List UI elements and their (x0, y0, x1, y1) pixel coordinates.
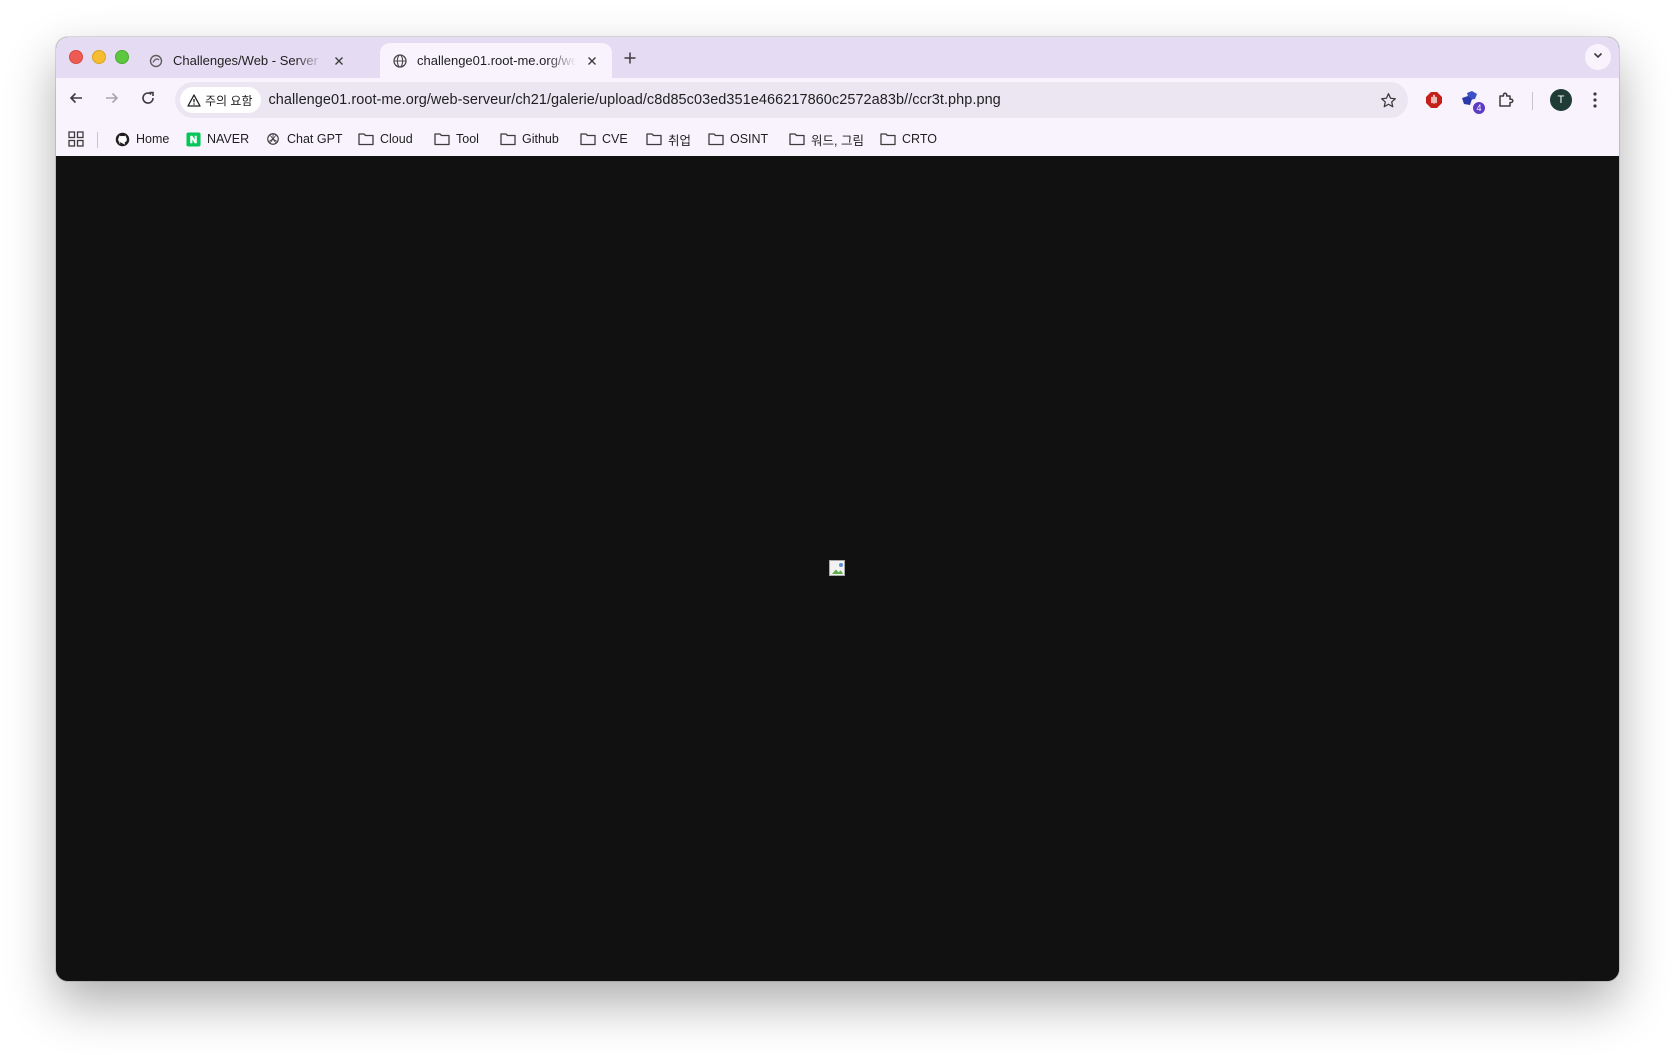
github-icon (114, 131, 130, 147)
bookmark-folder-osint[interactable]: OSINT (708, 130, 768, 148)
adblock-extension-button[interactable] (1422, 88, 1446, 112)
maximize-window-button[interactable] (115, 50, 129, 64)
bookmark-label: NAVER (207, 132, 250, 146)
folder-icon (789, 131, 805, 147)
bookmark-label: 취업 (668, 133, 692, 148)
forward-button[interactable] (98, 86, 126, 114)
folder-icon (880, 131, 896, 147)
bookmark-label: CVE (602, 132, 628, 146)
security-warning-label: 주의 요함 (205, 93, 253, 108)
star-icon (1380, 92, 1396, 107)
bookmarks-bar: Home NAVER Chat GPT Cloud Tool Github CV… (56, 122, 1619, 156)
bookmark-folder-cloud[interactable]: Cloud (358, 130, 413, 148)
toolbar-divider (1532, 92, 1533, 110)
folder-icon (580, 131, 596, 147)
minimize-window-button[interactable] (92, 50, 106, 64)
bookmark-folder-github[interactable]: Github (500, 130, 559, 148)
bookmark-label: Tool (456, 132, 479, 146)
navigation-toolbar: 주의 요함 challenge01.root-me.org/web-serveu… (56, 78, 1619, 122)
close-tab-icon[interactable] (331, 53, 347, 69)
address-bar[interactable]: 주의 요함 challenge01.root-me.org/web-serveu… (175, 82, 1408, 118)
bookmark-label: 워드, 그림 (811, 133, 864, 148)
folder-icon (646, 131, 662, 147)
tab-root-me-challenge[interactable]: Challenges/Web - Server : File upload (136, 43, 359, 78)
folder-icon (358, 131, 374, 147)
browser-menu-button[interactable] (1583, 88, 1607, 112)
bookmark-label: OSINT (730, 132, 769, 146)
folder-icon (500, 131, 516, 147)
bookmark-home[interactable]: Home (114, 130, 169, 148)
bookmark-label: CRTO (902, 132, 937, 146)
broken-image-icon (829, 560, 845, 576)
bookmark-folder-tool[interactable]: Tool (434, 130, 479, 148)
kebab-menu-icon (1593, 92, 1597, 108)
bookmark-chatgpt[interactable]: Chat GPT (265, 130, 343, 148)
bookmark-folder-job[interactable]: 취업 (646, 130, 691, 148)
folder-icon (708, 131, 724, 147)
bookmarks-divider (97, 132, 98, 148)
new-tab-button[interactable] (619, 47, 641, 69)
browser-window: Challenges/Web - Server : File upload ch… (56, 37, 1619, 981)
bookmark-naver[interactable]: NAVER (185, 130, 249, 148)
close-window-button[interactable] (69, 50, 83, 64)
warning-icon (187, 93, 201, 107)
tab-title: challenge01.root-me.org/web-serveur/ch21… (417, 53, 576, 68)
bookmark-folder-word-drawing[interactable]: 워드, 그림 (789, 130, 864, 148)
naver-icon (185, 131, 201, 147)
bookmark-folder-cve[interactable]: CVE (580, 130, 628, 148)
back-button[interactable] (62, 86, 90, 114)
url-text: challenge01.root-me.org/web-serveur/ch21… (268, 92, 1001, 108)
page-viewport (56, 156, 1619, 981)
tab-active-upload[interactable]: challenge01.root-me.org/web-serveur/ch21… (380, 43, 612, 78)
chevron-down-icon (1592, 48, 1604, 66)
apps-grid-icon[interactable] (68, 131, 84, 147)
chatgpt-icon (265, 131, 281, 147)
security-warning-chip[interactable]: 주의 요함 (180, 87, 261, 113)
extension-with-badge-button[interactable]: 4 (1458, 88, 1486, 115)
close-tab-icon[interactable] (584, 53, 600, 69)
arrow-right-icon (104, 90, 120, 111)
reload-icon (140, 90, 156, 111)
root-me-icon (148, 53, 164, 69)
bookmark-label: Github (522, 132, 559, 146)
arrow-left-icon (68, 90, 84, 111)
puzzle-icon (1499, 92, 1514, 107)
globe-icon (392, 53, 408, 69)
bookmark-star-button[interactable] (1376, 88, 1400, 112)
profile-avatar[interactable]: T (1550, 89, 1572, 111)
extensions-menu-button[interactable] (1494, 88, 1518, 112)
reload-button[interactable] (134, 86, 162, 114)
extension-badge: 4 (1472, 101, 1486, 115)
adblock-icon (1426, 92, 1442, 108)
tab-strip: Challenges/Web - Server : File upload ch… (56, 37, 1619, 78)
bookmark-label: Home (136, 132, 170, 146)
bookmark-folder-crto[interactable]: CRTO (880, 130, 937, 148)
tab-title: Challenges/Web - Server : File upload (173, 53, 323, 68)
bookmark-label: Cloud (380, 132, 413, 146)
tab-search-button[interactable] (1585, 44, 1611, 70)
folder-icon (434, 131, 450, 147)
bookmark-label: Chat GPT (287, 132, 343, 146)
